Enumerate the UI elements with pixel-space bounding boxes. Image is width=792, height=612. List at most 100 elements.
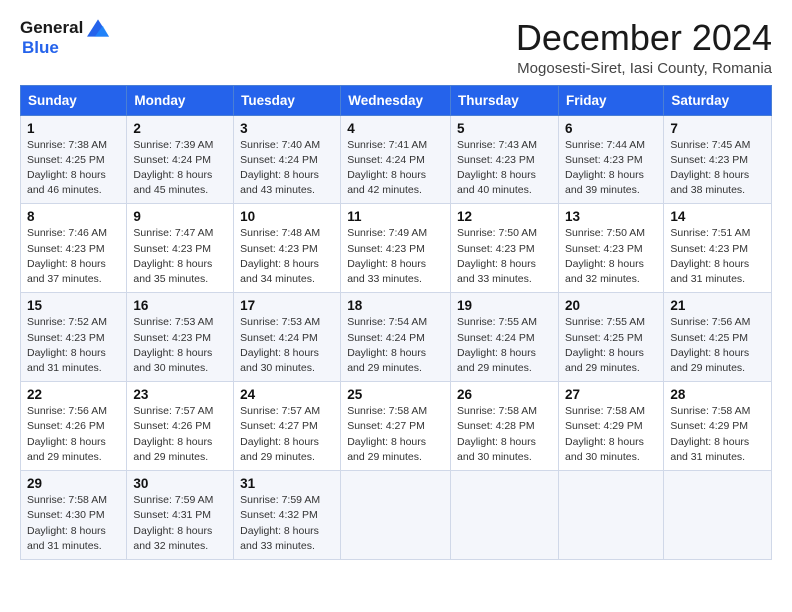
logo-blue-text: Blue xyxy=(20,38,59,58)
logo-blue: Blue xyxy=(22,38,59,58)
calendar-cell: 16 Sunrise: 7:53 AMSunset: 4:23 PMDayligh… xyxy=(127,293,234,382)
day-number: 2 xyxy=(133,121,228,136)
week-row-5: 29Sunrise: 7:58 AMSunset: 4:30 PMDayligh… xyxy=(21,471,772,560)
logo-text: General xyxy=(20,18,109,38)
calendar-table: SundayMondayTuesdayWednesdayThursdayFrid… xyxy=(20,85,772,560)
calendar-cell: 3Sunrise: 7:40 AMSunset: 4:24 PMDaylight… xyxy=(234,115,341,204)
column-header-friday: Friday xyxy=(559,85,664,115)
day-info: Sunrise: 7:44 AMSunset: 4:23 PMDaylight:… xyxy=(565,138,658,199)
day-number: 16 xyxy=(133,298,228,313)
day-info: Sunrise: 7:54 AMSunset: 4:24 PMDaylight:… xyxy=(347,315,445,376)
day-info: Sunrise: 7:56 AMSunset: 4:25 PMDaylight:… xyxy=(670,315,766,376)
calendar-cell: 15 Sunrise: 7:52 AMSunset: 4:23 PMDayligh… xyxy=(21,293,127,382)
day-number: 23 xyxy=(133,387,228,402)
calendar-cell: 19 Sunrise: 7:55 AMSunset: 4:24 PMDayligh… xyxy=(451,293,559,382)
day-info: Sunrise: 7:39 AMSunset: 4:24 PMDaylight:… xyxy=(133,138,228,199)
calendar-cell: 9 Sunrise: 7:47 AMSunset: 4:23 PMDaylight… xyxy=(127,204,234,293)
day-info: Sunrise: 7:47 AMSunset: 4:23 PMDaylight:… xyxy=(133,226,228,287)
header: General Blue December 2024 Mogosesti-Sir… xyxy=(20,18,772,77)
day-info: Sunrise: 7:55 AMSunset: 4:24 PMDaylight:… xyxy=(457,315,553,376)
calendar-cell: 30 Sunrise: 7:59 AMSunset: 4:31 PMDayligh… xyxy=(127,471,234,560)
day-number: 26 xyxy=(457,387,553,402)
week-row-3: 15 Sunrise: 7:52 AMSunset: 4:23 PMDayligh… xyxy=(21,293,772,382)
week-row-4: 22 Sunrise: 7:56 AMSunset: 4:26 PMDayligh… xyxy=(21,382,772,471)
day-info: Sunrise: 7:52 AMSunset: 4:23 PMDaylight:… xyxy=(27,315,121,376)
logo-general: General xyxy=(20,18,83,38)
calendar-cell: 13 Sunrise: 7:50 AMSunset: 4:23 PMDayligh… xyxy=(559,204,664,293)
calendar-cell: 14Sunrise: 7:51 AMSunset: 4:23 PMDayligh… xyxy=(664,204,772,293)
column-header-thursday: Thursday xyxy=(451,85,559,115)
day-info: Sunrise: 7:53 AMSunset: 4:23 PMDaylight:… xyxy=(133,315,228,376)
day-number: 14 xyxy=(670,209,766,224)
day-info: Sunrise: 7:59 AMSunset: 4:31 PMDaylight:… xyxy=(133,493,228,554)
header-row: SundayMondayTuesdayWednesdayThursdayFrid… xyxy=(21,85,772,115)
calendar-cell: 2 Sunrise: 7:39 AMSunset: 4:24 PMDaylight… xyxy=(127,115,234,204)
day-info: Sunrise: 7:50 AMSunset: 4:23 PMDaylight:… xyxy=(565,226,658,287)
day-number: 27 xyxy=(565,387,658,402)
day-info: Sunrise: 7:50 AMSunset: 4:23 PMDaylight:… xyxy=(457,226,553,287)
calendar-cell: 11Sunrise: 7:49 AMSunset: 4:23 PMDayligh… xyxy=(341,204,451,293)
title-area: December 2024 Mogosesti-Siret, Iasi Coun… xyxy=(516,18,772,77)
calendar-cell: 29Sunrise: 7:58 AMSunset: 4:30 PMDayligh… xyxy=(21,471,127,560)
day-number: 9 xyxy=(133,209,228,224)
day-number: 25 xyxy=(347,387,445,402)
day-number: 20 xyxy=(565,298,658,313)
day-info: Sunrise: 7:45 AMSunset: 4:23 PMDaylight:… xyxy=(670,138,766,199)
week-row-2: 8 Sunrise: 7:46 AMSunset: 4:23 PMDaylight… xyxy=(21,204,772,293)
calendar-cell: 12 Sunrise: 7:50 AMSunset: 4:23 PMDayligh… xyxy=(451,204,559,293)
calendar-cell: 1Sunrise: 7:38 AMSunset: 4:25 PMDaylight… xyxy=(21,115,127,204)
calendar-cell: 7 Sunrise: 7:45 AMSunset: 4:23 PMDaylight… xyxy=(664,115,772,204)
day-number: 8 xyxy=(27,209,121,224)
day-number: 31 xyxy=(240,476,335,491)
week-row-1: 1Sunrise: 7:38 AMSunset: 4:25 PMDaylight… xyxy=(21,115,772,204)
subtitle: Mogosesti-Siret, Iasi County, Romania xyxy=(516,60,772,77)
day-number: 28 xyxy=(670,387,766,402)
calendar-cell xyxy=(559,471,664,560)
logo-area: General Blue xyxy=(20,18,109,58)
calendar-cell: 31 Sunrise: 7:59 AMSunset: 4:32 PMDayligh… xyxy=(234,471,341,560)
page: General Blue December 2024 Mogosesti-Sir… xyxy=(0,0,792,578)
day-number: 13 xyxy=(565,209,658,224)
month-title: December 2024 xyxy=(516,18,772,58)
calendar-cell: 4 Sunrise: 7:41 AMSunset: 4:24 PMDaylight… xyxy=(341,115,451,204)
calendar-cell: 27 Sunrise: 7:58 AMSunset: 4:29 PMDayligh… xyxy=(559,382,664,471)
day-number: 12 xyxy=(457,209,553,224)
day-number: 19 xyxy=(457,298,553,313)
day-info: Sunrise: 7:41 AMSunset: 4:24 PMDaylight:… xyxy=(347,138,445,199)
day-info: Sunrise: 7:58 AMSunset: 4:29 PMDaylight:… xyxy=(670,404,766,465)
column-header-monday: Monday xyxy=(127,85,234,115)
calendar-cell xyxy=(341,471,451,560)
day-number: 22 xyxy=(27,387,121,402)
calendar-cell: 18Sunrise: 7:54 AMSunset: 4:24 PMDayligh… xyxy=(341,293,451,382)
day-info: Sunrise: 7:59 AMSunset: 4:32 PMDaylight:… xyxy=(240,493,335,554)
day-info: Sunrise: 7:43 AMSunset: 4:23 PMDaylight:… xyxy=(457,138,553,199)
calendar-cell: 5Sunrise: 7:43 AMSunset: 4:23 PMDaylight… xyxy=(451,115,559,204)
calendar-cell: 10Sunrise: 7:48 AMSunset: 4:23 PMDayligh… xyxy=(234,204,341,293)
day-number: 3 xyxy=(240,121,335,136)
calendar-cell xyxy=(664,471,772,560)
day-number: 24 xyxy=(240,387,335,402)
day-info: Sunrise: 7:46 AMSunset: 4:23 PMDaylight:… xyxy=(27,226,121,287)
column-header-saturday: Saturday xyxy=(664,85,772,115)
calendar-cell: 17Sunrise: 7:53 AMSunset: 4:24 PMDayligh… xyxy=(234,293,341,382)
calendar-cell: 22 Sunrise: 7:56 AMSunset: 4:26 PMDayligh… xyxy=(21,382,127,471)
day-info: Sunrise: 7:56 AMSunset: 4:26 PMDaylight:… xyxy=(27,404,121,465)
calendar-cell: 8 Sunrise: 7:46 AMSunset: 4:23 PMDaylight… xyxy=(21,204,127,293)
day-number: 6 xyxy=(565,121,658,136)
day-info: Sunrise: 7:58 AMSunset: 4:29 PMDaylight:… xyxy=(565,404,658,465)
day-number: 15 xyxy=(27,298,121,313)
calendar-cell: 20Sunrise: 7:55 AMSunset: 4:25 PMDayligh… xyxy=(559,293,664,382)
day-number: 30 xyxy=(133,476,228,491)
column-header-wednesday: Wednesday xyxy=(341,85,451,115)
day-info: Sunrise: 7:48 AMSunset: 4:23 PMDaylight:… xyxy=(240,226,335,287)
calendar-cell: 25 Sunrise: 7:58 AMSunset: 4:27 PMDayligh… xyxy=(341,382,451,471)
day-number: 4 xyxy=(347,121,445,136)
day-number: 7 xyxy=(670,121,766,136)
day-number: 29 xyxy=(27,476,121,491)
calendar-cell: 23 Sunrise: 7:57 AMSunset: 4:26 PMDayligh… xyxy=(127,382,234,471)
day-info: Sunrise: 7:58 AMSunset: 4:27 PMDaylight:… xyxy=(347,404,445,465)
day-info: Sunrise: 7:38 AMSunset: 4:25 PMDaylight:… xyxy=(27,138,121,199)
logo-icon xyxy=(87,19,109,37)
day-info: Sunrise: 7:49 AMSunset: 4:23 PMDaylight:… xyxy=(347,226,445,287)
day-info: Sunrise: 7:57 AMSunset: 4:26 PMDaylight:… xyxy=(133,404,228,465)
